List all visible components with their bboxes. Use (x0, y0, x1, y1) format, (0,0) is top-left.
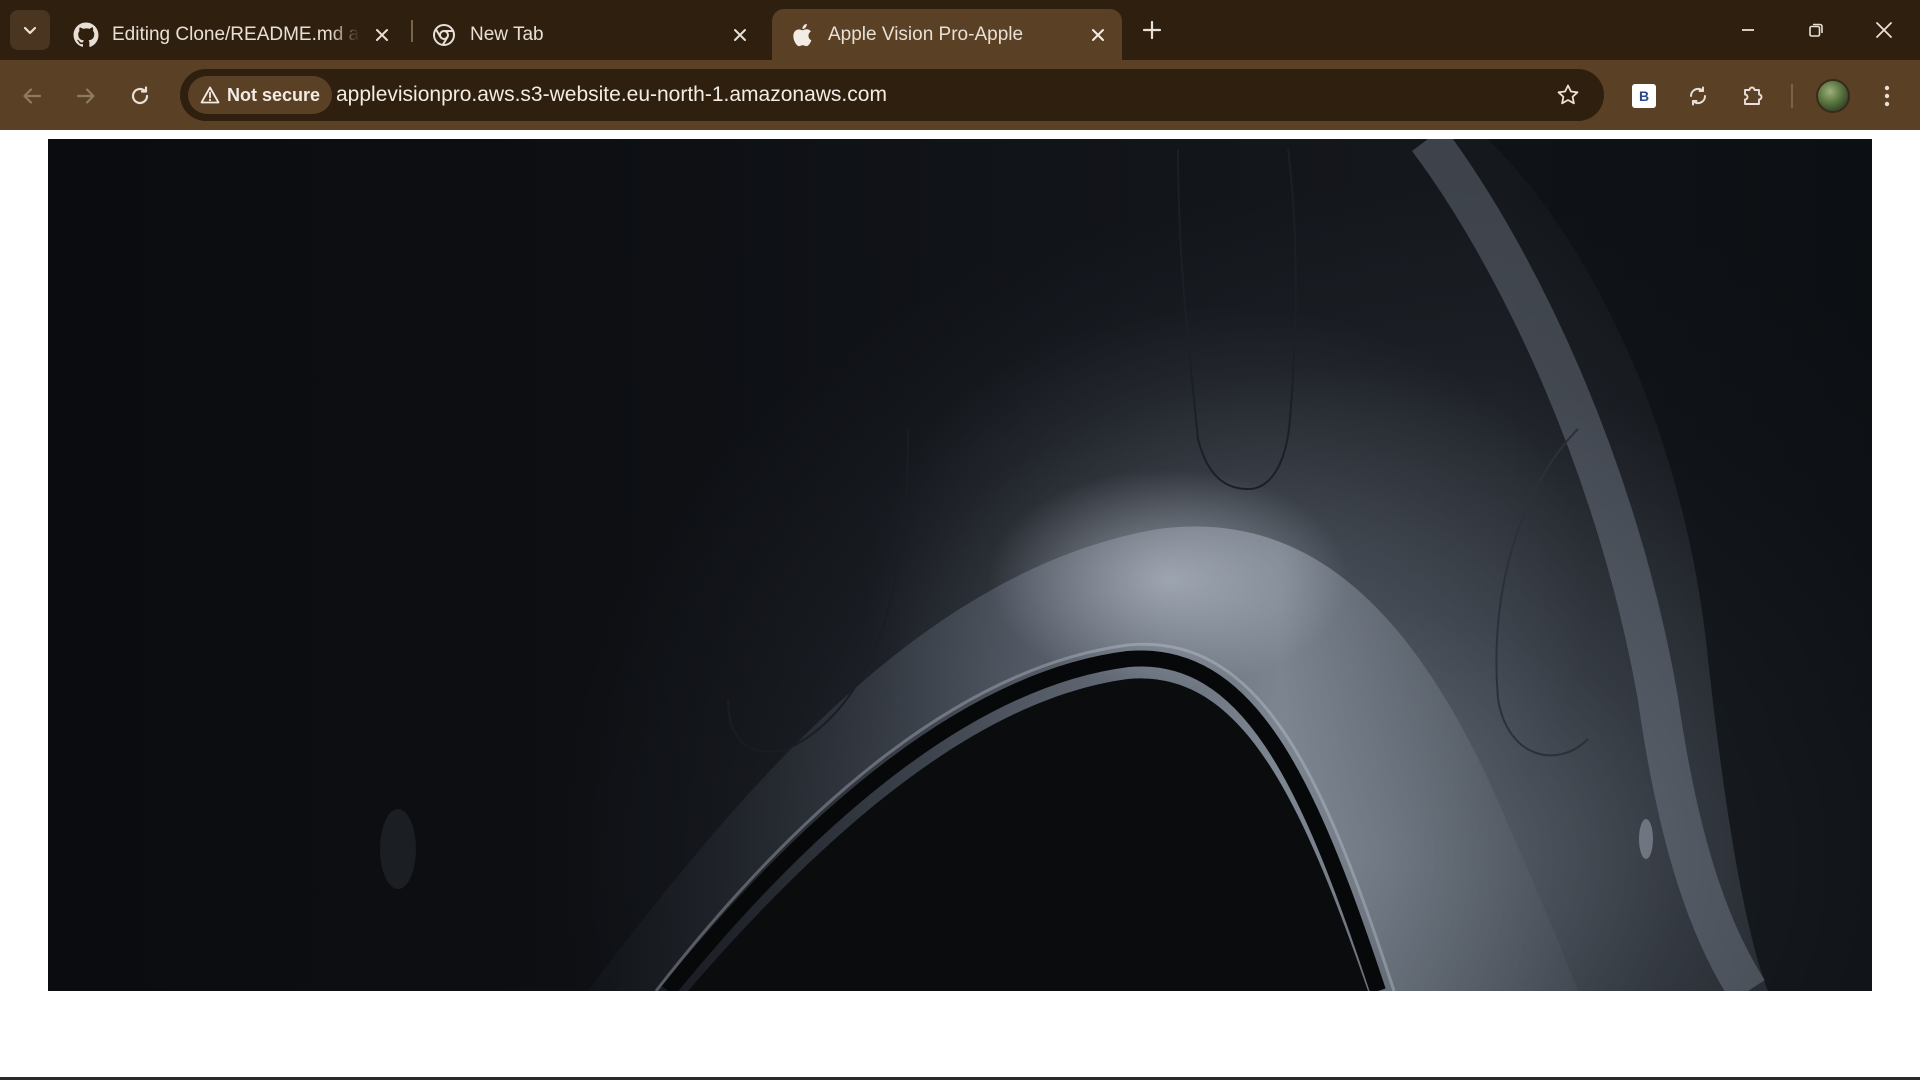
puzzle-icon (1744, 86, 1763, 105)
close-icon (1876, 22, 1892, 38)
chrome-icon (430, 21, 458, 49)
minimize-icon (1742, 29, 1754, 31)
plus-icon (1142, 20, 1162, 40)
arrow-right-icon (76, 88, 95, 104)
tab-title: Editing Clone/README.md at main (112, 23, 360, 45)
security-indicator[interactable]: Not secure (188, 76, 333, 114)
tab-github-readme[interactable]: Editing Clone/README.md at main (56, 9, 406, 60)
tab-search-button[interactable] (10, 10, 50, 50)
restore-button[interactable] (1782, 0, 1850, 60)
extension-b-icon: B (1632, 84, 1656, 108)
minimize-button[interactable] (1714, 0, 1782, 60)
bookmark-button[interactable] (1552, 79, 1584, 111)
close-window-button[interactable] (1850, 0, 1918, 60)
forward-button[interactable] (66, 76, 106, 116)
back-button[interactable] (12, 76, 52, 116)
url-text[interactable]: applevisionpro.aws.s3-website.eu-north-1… (336, 69, 887, 121)
tab-separator (411, 20, 413, 42)
tab-title: New Tab (470, 23, 544, 45)
extensions-button[interactable] (1733, 76, 1773, 116)
close-icon[interactable] (726, 21, 754, 49)
address-bar[interactable]: Not secure applevisionpro.aws.s3-website… (180, 69, 1604, 121)
tab-new-tab[interactable]: New Tab (414, 9, 764, 60)
close-icon[interactable] (1084, 21, 1112, 49)
page-content (0, 130, 1920, 1080)
close-icon[interactable] (368, 21, 396, 49)
star-icon (1557, 84, 1579, 105)
reload-icon (131, 86, 149, 105)
reload-button[interactable] (120, 76, 160, 116)
tab-title: Apple Vision Pro-Apple (828, 23, 1024, 45)
chevron-down-icon (23, 26, 37, 35)
tab-strip: Editing Clone/README.md at main New Tab … (0, 0, 1920, 60)
hero-image (48, 139, 1872, 991)
restore-icon (1809, 23, 1823, 37)
arrow-left-icon (23, 88, 42, 104)
browser-toolbar: Not secure applevisionpro.aws.s3-website… (0, 60, 1920, 130)
github-icon (72, 21, 100, 49)
extension-sync-button[interactable] (1678, 76, 1718, 116)
extension-b-button[interactable]: B (1624, 76, 1664, 116)
avatar (1816, 79, 1850, 113)
security-label: Not secure (227, 84, 321, 105)
menu-button[interactable] (1867, 76, 1907, 116)
warning-icon (200, 86, 220, 104)
profile-button[interactable] (1813, 76, 1853, 116)
more-vertical-icon (1884, 85, 1890, 107)
tab-apple-vision-pro[interactable]: Apple Vision Pro-Apple (772, 9, 1122, 60)
toolbar-divider (1791, 84, 1793, 108)
sync-icon (1689, 86, 1707, 106)
apple-icon (788, 21, 816, 49)
headset-illustration (380, 139, 1872, 991)
new-tab-button[interactable] (1136, 12, 1168, 48)
